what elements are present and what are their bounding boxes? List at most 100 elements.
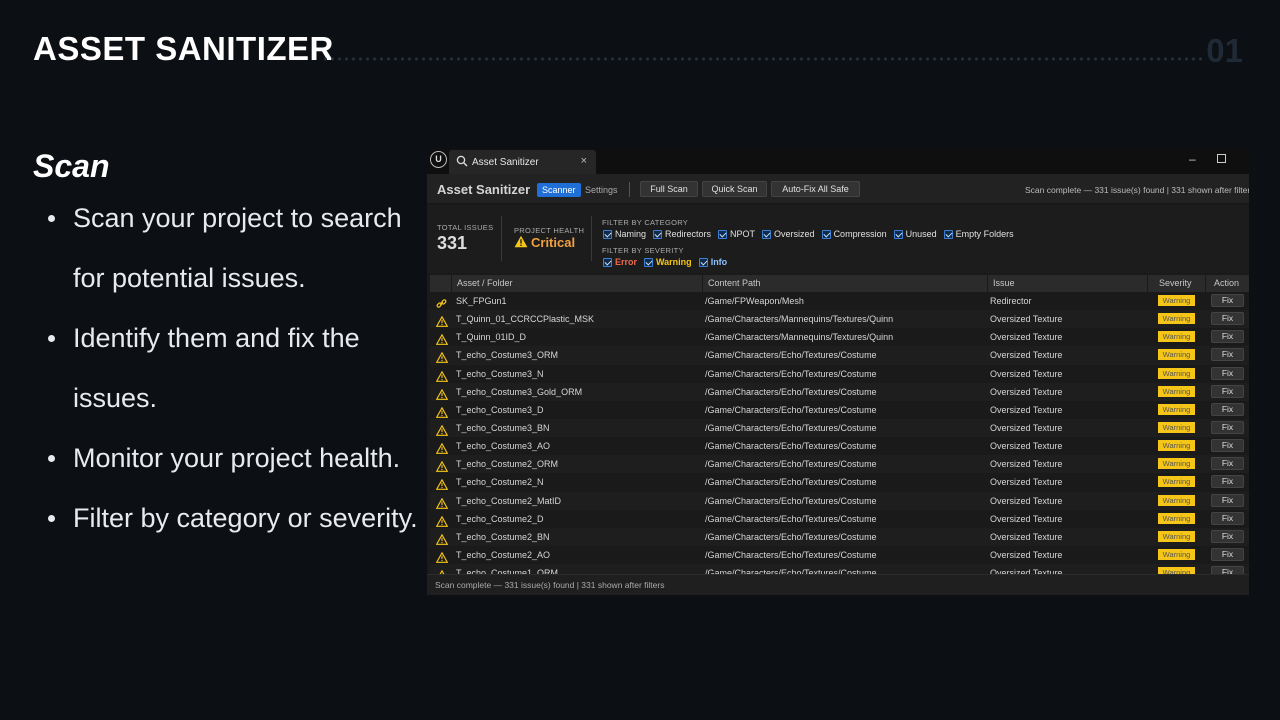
severity-badge: Warning <box>1158 421 1195 433</box>
issue-type: Oversized Texture <box>990 531 1063 542</box>
fix-button[interactable]: Fix <box>1211 384 1244 398</box>
table-row[interactable]: T_Quinn_01_CCRCCPlastic_MSK/Game/Charact… <box>430 310 1249 329</box>
category-checkbox[interactable]: Unused <box>893 229 937 239</box>
content-path: /Game/Characters/Echo/Textures/Costume <box>705 513 877 524</box>
severity-badge: Warning <box>1158 313 1195 325</box>
content-path: /Game/Characters/Echo/Textures/Costume <box>705 477 877 488</box>
table-body[interactable]: SK_FPGun1/Game/FPWeapon/Mesh Redirector Wa… <box>430 292 1249 575</box>
table-row[interactable]: T_echo_Costume3_BN/Game/Characters/Echo/… <box>430 418 1249 438</box>
issue-type: Oversized Texture <box>990 386 1063 397</box>
fix-button[interactable]: Fix <box>1211 511 1244 525</box>
severity-badge: Warning <box>1158 548 1195 560</box>
asset-name: T_echo_Costume2_AO <box>456 549 551 560</box>
table-row[interactable]: T_Quinn_01ID_D/Game/Characters/Mannequin… <box>430 328 1249 346</box>
checkbox-icon <box>821 229 831 239</box>
issue-type: Oversized Texture <box>990 422 1063 433</box>
table-row[interactable]: T_echo_Costume3_ORM/Game/Characters/Echo… <box>430 346 1249 365</box>
column-header-path[interactable]: Content Path <box>702 275 987 292</box>
fix-button[interactable]: Fix <box>1211 402 1244 416</box>
section-title: Scan <box>33 148 110 184</box>
feature-item: Identify them and fix the issues. <box>48 308 423 428</box>
content-path: /Game/Characters/Echo/Textures/Costume <box>705 459 877 470</box>
table-row[interactable]: T_echo_Costume2_BN/Game/Characters/Echo/… <box>430 527 1249 546</box>
fix-button[interactable]: Fix <box>1211 529 1244 543</box>
project-health-value: Critical <box>514 235 575 250</box>
fix-button[interactable]: Fix <box>1211 420 1244 434</box>
full-scan-button[interactable]: Full Scan <box>640 181 698 197</box>
fix-button[interactable]: Fix <box>1211 348 1244 362</box>
auto-fix-all-button[interactable]: Auto-Fix All Safe <box>771 181 860 197</box>
content-path: /Game/FPWeapon/Mesh <box>705 296 804 306</box>
table-row[interactable]: T_echo_Costume3_N/Game/Characters/Echo/T… <box>430 365 1249 383</box>
fix-button[interactable]: Fix <box>1211 312 1244 326</box>
checkbox-icon <box>943 229 953 239</box>
fix-button[interactable]: Fix <box>1211 294 1244 307</box>
severity-badge: Warning <box>1158 349 1195 361</box>
fix-button[interactable]: Fix <box>1211 330 1244 344</box>
table-row[interactable]: T_echo_Costume3_AO/Game/Characters/Echo/… <box>430 437 1249 455</box>
tab-scanner[interactable]: Scanner <box>537 183 581 197</box>
category-filter-heading: FILTER BY CATEGORY <box>602 218 689 227</box>
severity-checkbox[interactable]: Error <box>603 257 637 267</box>
severity-checkbox[interactable]: Warning <box>644 257 692 267</box>
issue-type: Oversized Texture <box>990 314 1063 325</box>
column-header-action[interactable]: Action <box>1205 275 1249 292</box>
column-header-severity[interactable]: Severity <box>1147 275 1205 292</box>
close-icon[interactable]: × <box>581 155 587 167</box>
fix-button[interactable]: Fix <box>1211 439 1244 453</box>
table-row[interactable]: T_echo_Costume2_ORM/Game/Characters/Echo… <box>430 455 1249 474</box>
column-header-asset[interactable]: Asset / Folder <box>451 275 702 292</box>
fix-button[interactable]: Fix <box>1211 475 1244 489</box>
category-checkbox[interactable]: Empty Folders <box>943 229 1014 239</box>
scanner-toolbar: Asset Sanitizer Scanner Settings Full Sc… <box>427 174 1249 204</box>
content-path: /Game/Characters/Echo/Textures/Costume <box>705 386 877 397</box>
table-row[interactable]: T_echo_Costume2_D/Game/Characters/Echo/T… <box>430 510 1249 528</box>
asset-name: T_echo_Costume2_BN <box>456 531 550 542</box>
search-icon <box>456 155 468 167</box>
category-checkbox[interactable]: Naming <box>603 229 646 239</box>
tab-settings[interactable]: Settings <box>585 185 618 195</box>
slide-title: ASSET SANITIZER <box>33 30 334 67</box>
category-checkbox[interactable]: NPOT <box>718 229 755 239</box>
category-checkbox[interactable]: Redirectors <box>653 229 711 239</box>
category-checkbox[interactable]: Compression <box>821 229 887 239</box>
severity-badge: Warning <box>1158 367 1195 379</box>
table-row[interactable]: SK_FPGun1/Game/FPWeapon/Mesh Redirector Wa… <box>430 292 1249 310</box>
column-header-issue[interactable]: Issue <box>987 275 1147 292</box>
tab-asset-sanitizer[interactable]: Asset Sanitizer × <box>449 150 596 174</box>
category-checkbox[interactable]: Oversized <box>762 229 815 239</box>
severity-checkbox[interactable]: Info <box>698 257 727 267</box>
fix-button[interactable]: Fix <box>1211 547 1244 561</box>
quick-scan-button[interactable]: Quick Scan <box>702 181 767 197</box>
content-path: /Game/Characters/Echo/Textures/Costume <box>705 531 877 542</box>
table-row[interactable]: T_echo_Costume2_MatID/Game/Characters/Ec… <box>430 491 1249 510</box>
table-row[interactable]: T_echo_Costume3_Gold_ORM/Game/Characters… <box>430 382 1249 401</box>
checkbox-label: Redirectors <box>665 229 712 239</box>
table-row[interactable]: T_echo_Costume3_D/Game/Characters/Echo/T… <box>430 401 1249 419</box>
fix-button[interactable]: Fix <box>1211 366 1244 380</box>
checkbox-icon <box>653 229 663 239</box>
total-issues-label: TOTAL ISSUES <box>437 223 494 232</box>
severity-badge: Warning <box>1158 295 1195 306</box>
checkbox-icon <box>718 229 728 239</box>
checkbox-icon <box>603 229 612 239</box>
severity-filter-list: Error Warning Info <box>603 257 734 267</box>
status-bar: Scan complete — 331 issue(s) found | 331… <box>427 574 1249 595</box>
fix-button[interactable]: Fix <box>1211 457 1244 471</box>
summary-divider <box>501 216 502 261</box>
minimize-icon[interactable]: – <box>1189 152 1196 166</box>
maximize-icon[interactable] <box>1217 154 1226 163</box>
unreal-logo-icon: U <box>430 151 447 168</box>
status-text: Scan complete — 331 issue(s) found | 331… <box>435 580 665 590</box>
issue-type: Oversized Texture <box>990 368 1063 379</box>
table-row[interactable]: T_echo_Costume2_AO/Game/Characters/Echo/… <box>430 546 1249 564</box>
severity-badge: Warning <box>1158 385 1195 397</box>
asset-name: T_echo_Costume2_N <box>456 477 544 488</box>
fix-button[interactable]: Fix <box>1211 493 1244 507</box>
feature-item: Monitor your project health. <box>48 428 423 488</box>
content-path: /Game/Characters/Echo/Textures/Costume <box>705 350 877 361</box>
asset-name: T_echo_Costume3_ORM <box>456 350 559 361</box>
app-title: Asset Sanitizer <box>437 182 531 197</box>
feature-item: Filter by category or severity. <box>48 488 423 548</box>
table-row[interactable]: T_echo_Costume2_N/Game/Characters/Echo/T… <box>430 473 1249 491</box>
